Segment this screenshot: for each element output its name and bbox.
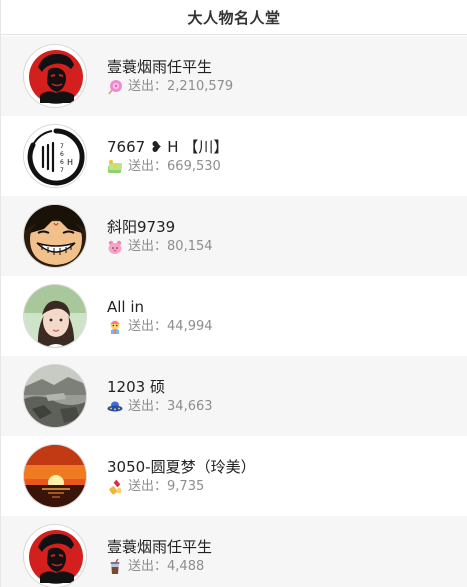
blue-ufo-icon xyxy=(107,399,123,415)
svg-text:H: H xyxy=(67,158,73,167)
sent-amount: 送出： 9,735 xyxy=(107,478,256,496)
avatar[interactable] xyxy=(23,444,87,508)
svg-text:6: 6 xyxy=(60,159,64,166)
svg-text:6: 6 xyxy=(60,151,64,158)
list-item[interactable]: All in 送出： 44,994 xyxy=(1,276,467,356)
user-name: 壹蓑烟雨任平生 xyxy=(107,57,213,76)
sent-amount: 送出： 80,154 xyxy=(107,238,213,256)
avatar[interactable] xyxy=(23,284,87,348)
sent-amount: 送出： 2,210,579 xyxy=(107,78,233,96)
list-item[interactable]: 1203 硕 送出： 34,663 xyxy=(1,356,467,436)
lipstick-icon xyxy=(107,479,123,495)
sent-amount: 送出： 4,488 xyxy=(107,558,212,576)
colorful-doll-icon xyxy=(107,319,123,335)
avatar[interactable] xyxy=(23,44,87,108)
user-name: All in xyxy=(107,297,145,316)
avatar[interactable]: 7 6 6 7 H xyxy=(23,124,87,188)
list-item[interactable]: 3050-圆夏梦（玲美） 送出： 9,735 xyxy=(1,436,467,516)
lollipop-icon xyxy=(107,79,123,95)
money-stack-icon xyxy=(107,159,123,175)
list-item[interactable]: 斜阳9739 送出： 80,154 xyxy=(1,196,467,276)
user-name: 3050-圆夏梦（玲美） xyxy=(107,457,256,476)
pink-bear-icon xyxy=(107,239,123,255)
sent-amount: 送出： 34,663 xyxy=(107,398,213,416)
page-title: 大人物名人堂 xyxy=(187,8,281,27)
user-name: 1203 硕 xyxy=(107,377,165,396)
user-name: 壹蓑烟雨任平生 xyxy=(107,537,213,556)
list-item[interactable]: 壹蓑烟雨任平生 送出： 2,210,579 xyxy=(1,36,467,116)
ranking-list: 壹蓑烟雨任平生 送出： 2,210,579 7 6 6 7 H 7667 ❥ H… xyxy=(1,36,467,587)
avatar[interactable] xyxy=(23,204,87,268)
drink-cup-icon xyxy=(107,558,123,575)
avatar[interactable] xyxy=(23,524,87,587)
header: 大人物名人堂 xyxy=(1,0,467,35)
list-item[interactable]: 7 6 6 7 H 7667 ❥ H 【川】 送出： 669,530 xyxy=(1,116,467,196)
hall-of-fame-panel: 大人物名人堂 壹蓑烟雨任平生 送出 ： 2,210,579 7 6 6 7 H … xyxy=(0,0,467,587)
list-item[interactable]: 壹蓑烟雨任平生 送出： 4,488 xyxy=(1,516,467,587)
user-name: 7667 ❥ H 【川】 xyxy=(107,137,229,156)
user-name: 斜阳9739 xyxy=(107,217,176,236)
avatar[interactable] xyxy=(23,364,87,428)
sent-amount: 送出： 44,994 xyxy=(107,318,213,336)
sent-amount: 送出： 669,530 xyxy=(107,158,228,176)
svg-text:7: 7 xyxy=(60,143,64,150)
svg-text:7: 7 xyxy=(60,167,64,174)
